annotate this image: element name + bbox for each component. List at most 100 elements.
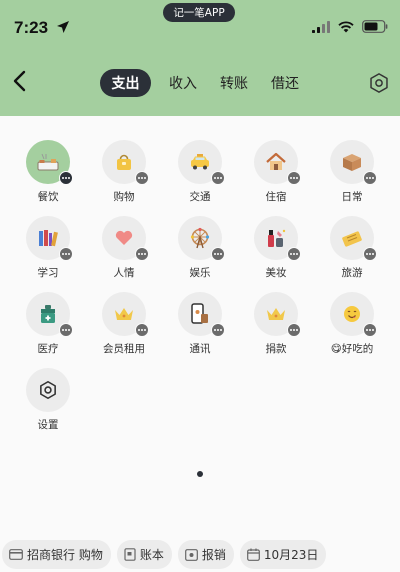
category-tasty-circle — [330, 292, 377, 337]
category-label: 😋好吃的 — [330, 343, 374, 355]
account-label: 招商银行 购物 — [27, 548, 103, 562]
more-icon[interactable] — [135, 171, 149, 185]
meal-icon — [37, 153, 59, 171]
category-shopping[interactable]: 购物 — [86, 140, 162, 209]
category-daily[interactable]: 日常 — [314, 140, 390, 209]
card-icon — [9, 549, 23, 560]
book-chip[interactable]: 账本 — [116, 540, 172, 569]
tab-income[interactable]: 收入 — [164, 69, 202, 97]
category-tasty[interactable]: 😋好吃的 — [314, 292, 390, 361]
category-medical-circle — [26, 292, 73, 337]
type-tabs: 支出 收入 转账 借还 — [100, 69, 317, 97]
books-icon — [39, 230, 58, 247]
signal-icon — [312, 20, 330, 33]
category-label: 娱乐 — [189, 267, 211, 279]
gear-icon[interactable] — [368, 72, 390, 94]
category-settings[interactable]: 设置 — [10, 368, 86, 437]
account-chip[interactable]: 招商银行 购物 — [2, 540, 111, 569]
more-icon[interactable] — [363, 171, 377, 185]
reimburse-label: 报销 — [201, 548, 226, 562]
more-icon[interactable] — [211, 323, 225, 337]
category-study-circle — [26, 216, 73, 261]
header-bar: 7:23 记一笔APP 支出 收入 转账 借还 — [0, 0, 400, 116]
category-study[interactable]: 学习 — [10, 216, 86, 285]
medical-kit-icon — [41, 305, 55, 323]
cosmetics-icon — [268, 229, 286, 247]
smiley-icon — [344, 306, 360, 322]
more-icon[interactable] — [287, 171, 301, 185]
category-donation[interactable]: 捐款 — [238, 292, 314, 361]
shopping-bag-icon — [117, 154, 131, 170]
island-label: 记一笔APP — [173, 7, 225, 19]
category-label: 学习 — [37, 267, 59, 279]
category-grid: 餐饮 购物 交通 住宿 日常 学习 人情 娱乐 美妆 旅游 医疗 会员租用 通讯… — [10, 140, 390, 437]
category-label: 捐款 — [265, 343, 287, 355]
more-icon[interactable] — [363, 247, 377, 261]
category-daily-circle — [330, 140, 377, 185]
page-indicator — [197, 471, 203, 477]
category-membership-circle — [102, 292, 149, 337]
box-icon — [343, 154, 361, 171]
category-membership[interactable]: 会员租用 — [86, 292, 162, 361]
gear-icon — [40, 380, 56, 400]
category-transport-circle — [178, 140, 225, 185]
category-meal[interactable]: 餐饮 — [10, 140, 86, 209]
battery-icon — [362, 20, 388, 33]
reimburse-icon — [184, 548, 198, 561]
category-meal-circle — [26, 140, 73, 185]
more-icon[interactable] — [363, 323, 377, 337]
category-transport[interactable]: 交通 — [162, 140, 238, 209]
more-icon[interactable] — [135, 323, 149, 337]
category-label: 交通 — [189, 191, 211, 203]
category-label: 会员租用 — [103, 343, 145, 355]
taxi-icon — [191, 154, 209, 170]
more-icon[interactable] — [211, 171, 225, 185]
category-travel[interactable]: 旅游 — [314, 216, 390, 285]
house-icon — [266, 152, 286, 170]
wifi-icon — [338, 21, 354, 32]
category-lodging[interactable]: 住宿 — [238, 140, 314, 209]
crown-icon — [267, 308, 285, 320]
category-gift[interactable]: 人情 — [86, 216, 162, 285]
tab-loan[interactable]: 借还 — [266, 69, 304, 97]
category-communication[interactable]: 通讯 — [162, 292, 238, 361]
more-icon[interactable] — [135, 247, 149, 261]
crown-icon — [115, 308, 133, 320]
ticket-icon — [342, 231, 362, 247]
heart-gift-icon — [115, 230, 133, 245]
category-beauty[interactable]: 美妆 — [238, 216, 314, 285]
category-travel-circle — [330, 216, 377, 261]
category-label: 医疗 — [37, 343, 59, 355]
more-icon[interactable] — [59, 323, 73, 337]
tab-transfer[interactable]: 转账 — [215, 69, 253, 97]
category-medical[interactable]: 医疗 — [10, 292, 86, 361]
category-settings-circle — [26, 368, 70, 412]
tab-expense[interactable]: 支出 — [100, 69, 151, 97]
more-icon[interactable] — [59, 171, 73, 185]
bottom-options-bar: 招商银行 购物 账本 报销 10月23日 — [0, 540, 327, 569]
category-beauty-circle — [254, 216, 301, 261]
calendar-icon — [246, 548, 260, 561]
more-icon[interactable] — [211, 247, 225, 261]
category-entertainment[interactable]: 娱乐 — [162, 216, 238, 285]
back-button[interactable] — [8, 68, 34, 94]
book-icon — [124, 548, 136, 561]
more-icon[interactable] — [287, 323, 301, 337]
category-gift-circle — [102, 216, 149, 261]
status-time: 7:23 — [14, 18, 49, 37]
ferris-wheel-icon — [190, 227, 210, 249]
category-label: 美妆 — [265, 267, 287, 279]
more-icon[interactable] — [287, 247, 301, 261]
category-entertainment-circle — [178, 216, 225, 261]
dynamic-island: 记一笔APP — [163, 3, 235, 22]
location-arrow-icon — [57, 21, 69, 33]
date-chip[interactable]: 10月23日 — [239, 540, 327, 569]
status-icons — [312, 20, 388, 33]
date-label: 10月23日 — [263, 548, 319, 562]
more-icon[interactable] — [59, 247, 73, 261]
category-shopping-circle — [102, 140, 149, 185]
category-label: 餐饮 — [37, 191, 59, 203]
category-communication-circle — [178, 292, 225, 337]
reimburse-chip[interactable]: 报销 — [177, 540, 234, 569]
category-label: 日常 — [341, 191, 363, 203]
